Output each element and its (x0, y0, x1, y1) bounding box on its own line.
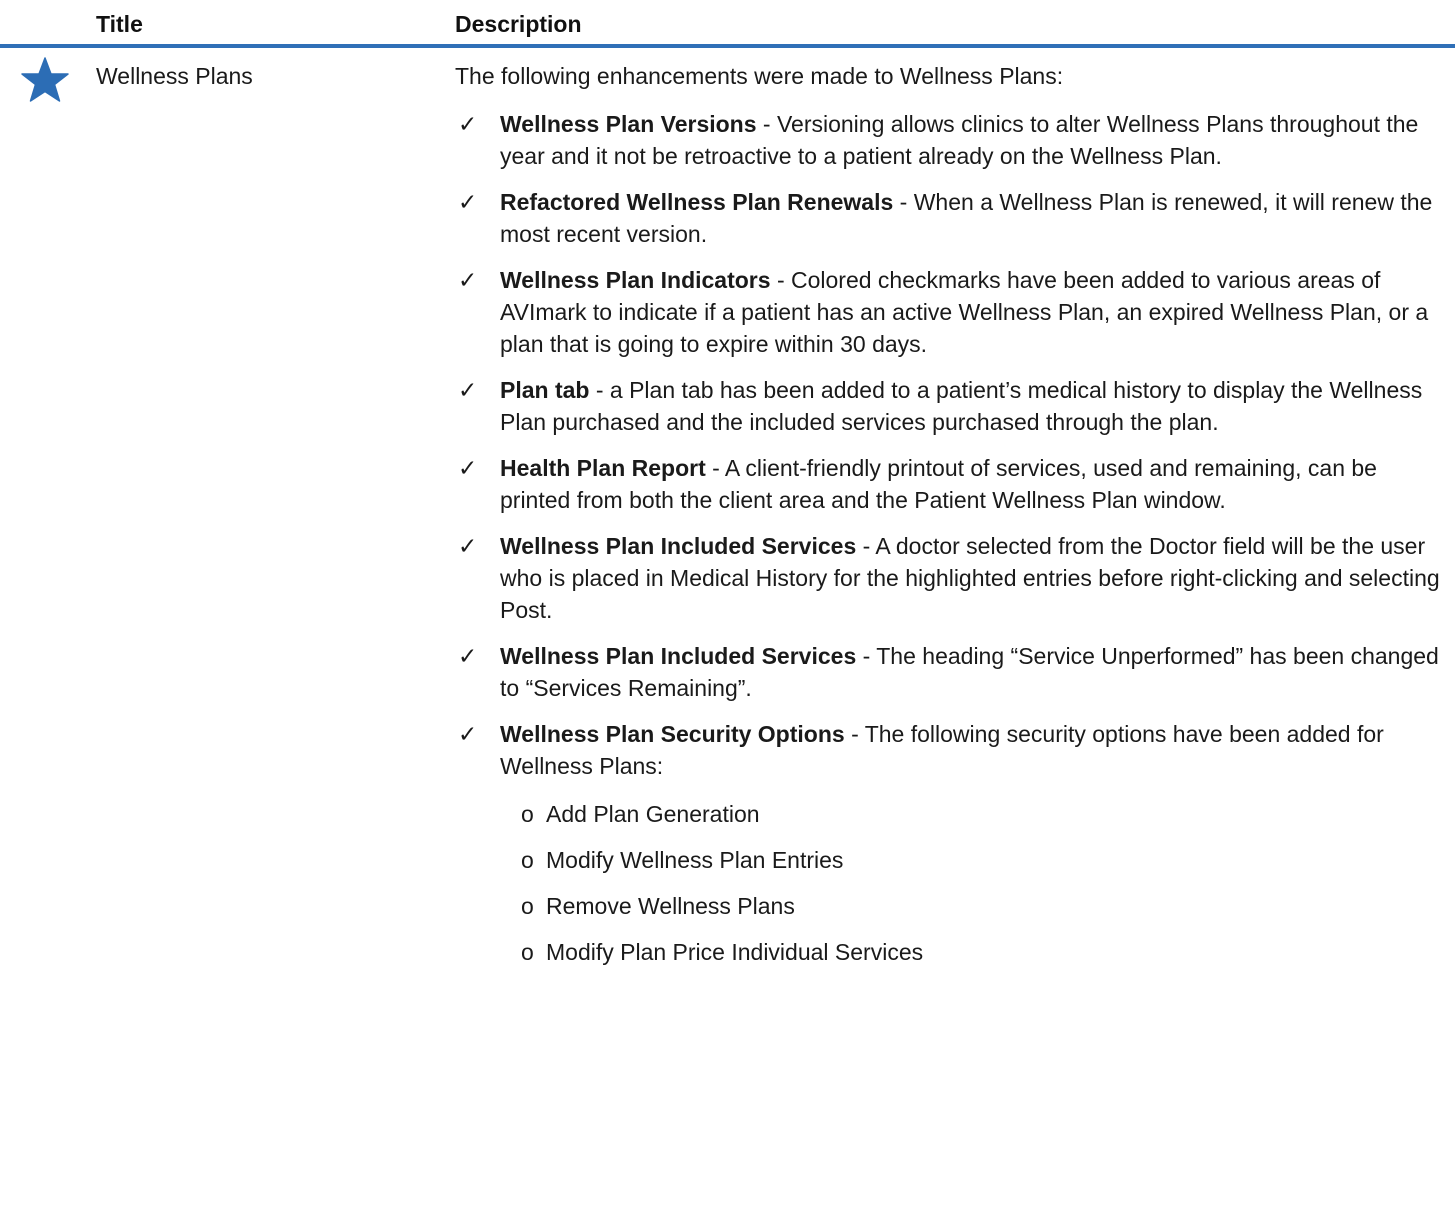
item-title: Wellness Plan Included Services (500, 643, 857, 669)
item-title: Wellness Plan Indicators (500, 267, 771, 293)
item-title: Wellness Plan Versions (500, 111, 757, 137)
checkmark-icon: ✓ (458, 111, 478, 137)
security-option-item: o Modify Wellness Plan Entries (455, 844, 1440, 876)
header-divider (0, 44, 1455, 48)
security-option-item: o Modify Plan Price Individual Services (455, 936, 1440, 968)
item-title: Refactored Wellness Plan Renewals (500, 189, 894, 215)
description-cell: The following enhancements were made to … (455, 60, 1440, 982)
column-header-description: Description (455, 11, 582, 37)
security-options-list: o Add Plan Generation o Modify Wellness Pl… (455, 798, 1440, 968)
list-item: ✓ Wellness Plan Versions - Versioning all… (455, 108, 1440, 172)
list-item: ✓ Wellness Plan Included Services - The h… (455, 640, 1440, 704)
checkmark-icon: ✓ (458, 643, 478, 669)
list-item: ✓ Wellness Plan Security Options - The fo… (455, 718, 1440, 782)
list-item: ✓ Health Plan Report - A client-friendly … (455, 452, 1440, 516)
security-option-label: Add Plan Generation (546, 801, 760, 827)
star-shape (21, 57, 69, 102)
list-item: ✓ Wellness Plan Indicators - Colored chec… (455, 264, 1440, 360)
checkmark-icon: ✓ (458, 455, 478, 481)
item-title: Plan tab (500, 377, 590, 403)
security-option-label: Modify Wellness Plan Entries (546, 847, 844, 873)
list-item: ✓ Refactored Wellness Plan Renewals - Whe… (455, 186, 1440, 250)
circle-bullet-icon: o (521, 847, 534, 873)
checkmark-icon: ✓ (458, 533, 478, 559)
checkmark-icon: ✓ (458, 267, 478, 293)
list-item: ✓ Plan tab - a Plan tab has been added to… (455, 374, 1440, 438)
item-title: Wellness Plan Included Services (500, 533, 857, 559)
row-title: Wellness Plans (96, 63, 253, 89)
description-intro: The following enhancements were made to … (455, 63, 1064, 89)
table-header-row: Title Description (0, 0, 1455, 44)
item-title: Health Plan Report (500, 455, 706, 481)
checkmark-icon: ✓ (458, 721, 478, 747)
list-item: ✓ Wellness Plan Included Services - A doc… (455, 530, 1440, 626)
circle-bullet-icon: o (521, 893, 534, 919)
star-icon (21, 57, 69, 102)
security-option-label: Modify Plan Price Individual Services (546, 939, 924, 965)
checkmark-icon: ✓ (458, 377, 478, 403)
security-option-item: o Add Plan Generation (455, 798, 1440, 830)
circle-bullet-icon: o (521, 939, 534, 965)
security-option-label: Remove Wellness Plans (546, 893, 795, 919)
circle-bullet-icon: o (521, 801, 534, 827)
enhancement-list: ✓ Wellness Plan Versions - Versioning all… (455, 108, 1440, 782)
item-text: - a Plan tab has been added to a patient… (500, 377, 1423, 435)
checkmark-icon: ✓ (458, 189, 478, 215)
column-header-title: Title (96, 11, 143, 37)
item-title: Wellness Plan Security Options (500, 721, 845, 747)
security-option-item: o Remove Wellness Plans (455, 890, 1440, 922)
